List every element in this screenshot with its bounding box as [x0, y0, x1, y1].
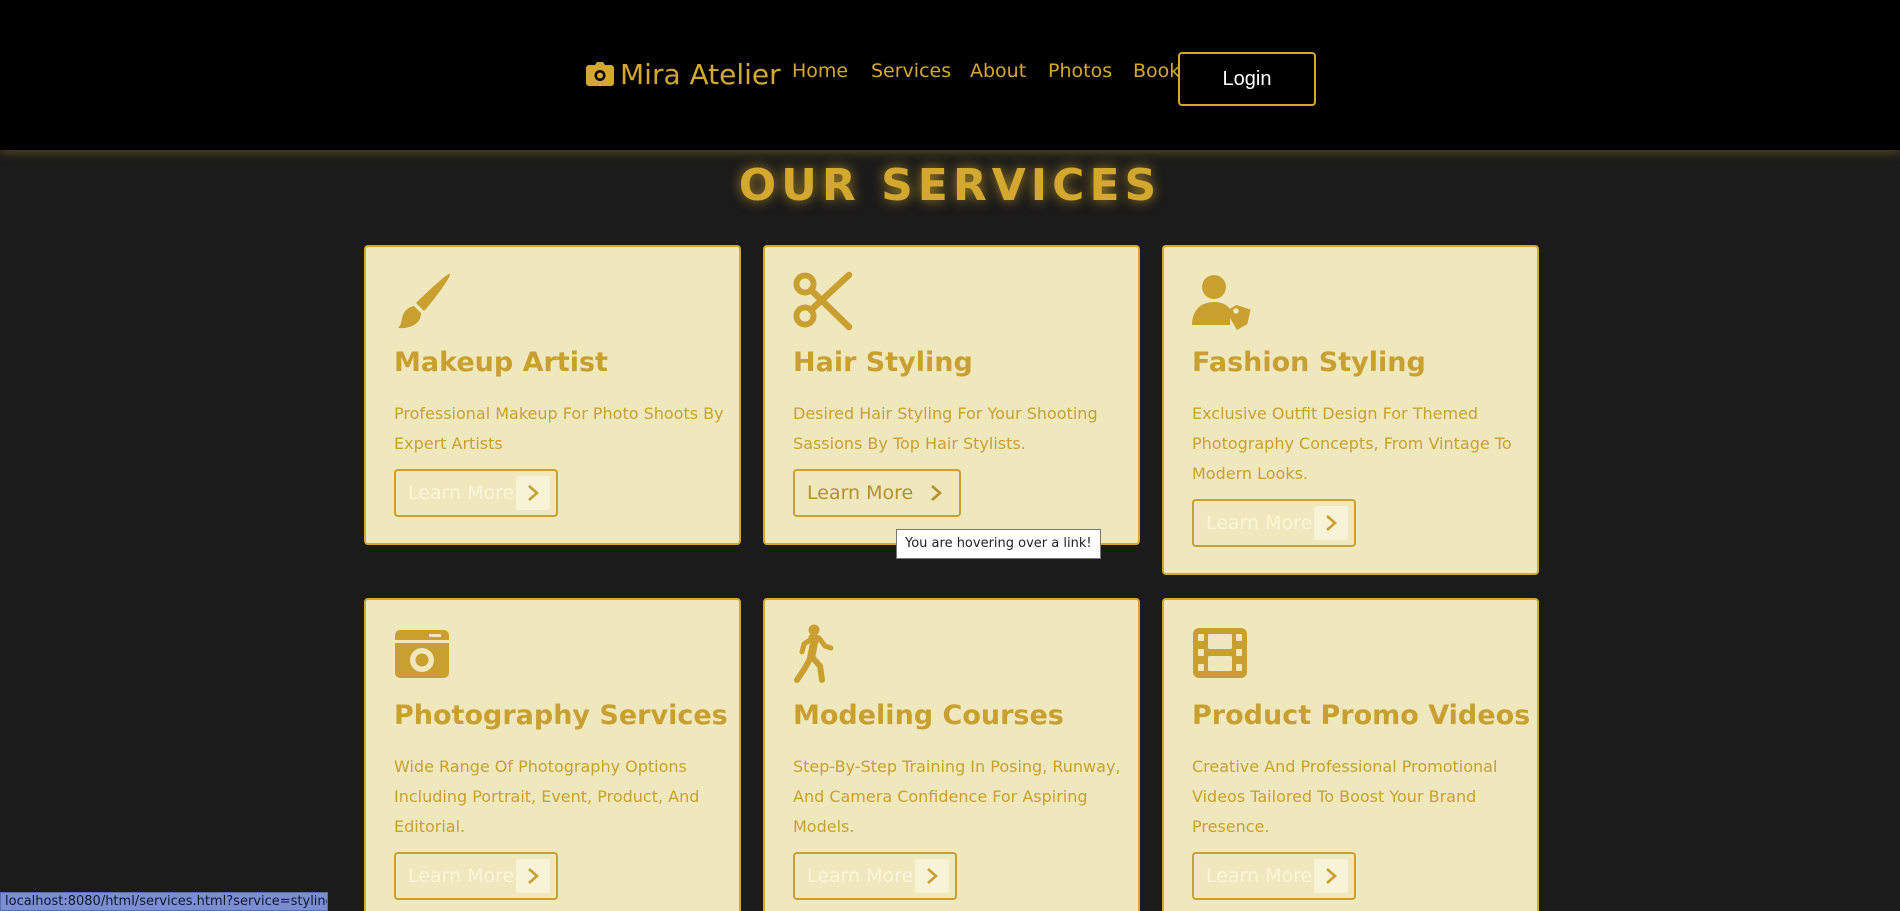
nav-link-about[interactable]: About	[970, 60, 1026, 82]
camera-icon	[586, 62, 614, 86]
learn-more-button[interactable]: Learn More	[394, 469, 558, 517]
learn-more-label: Learn More	[408, 865, 515, 887]
learn-more-button[interactable]: Learn More	[394, 852, 558, 900]
learn-more-label: Learn More	[1206, 865, 1313, 887]
service-description: Professional Makeup For Photo Shoots By …	[394, 404, 724, 453]
paintbrush-icon	[398, 273, 451, 329]
service-card-fashion: Fashion Styling Exclusive Outfit Design …	[1162, 245, 1539, 575]
service-description: Exclusive Outfit Design For Themed Photo…	[1192, 404, 1512, 483]
service-description: Desired Hair Styling For Your Shooting S…	[793, 404, 1098, 453]
chevron-right-icon	[516, 476, 550, 510]
learn-more-label: Learn More	[807, 482, 914, 504]
user-tag-icon	[1192, 275, 1251, 331]
top-nav: Mira Atelier Home Services About Photos …	[0, 0, 1900, 150]
nav-link-photos[interactable]: Photos	[1048, 60, 1112, 82]
learn-more-button[interactable]: Learn More	[1192, 852, 1356, 900]
service-title: Fashion Styling	[1192, 347, 1426, 378]
camera-retro-icon	[395, 630, 449, 678]
scissors-icon	[793, 271, 853, 331]
learn-more-button[interactable]: Learn More	[1192, 499, 1356, 547]
service-card-promo: Product Promo Videos Creative And Profes…	[1162, 598, 1539, 911]
nav-link-services[interactable]: Services	[871, 60, 951, 82]
chevron-right-icon	[516, 859, 550, 893]
nav-link-book[interactable]: Book	[1133, 60, 1180, 82]
service-title: Hair Styling	[793, 347, 973, 378]
learn-more-label: Learn More	[807, 865, 914, 887]
service-card-modeling: Modeling Courses Step-By-Step Training I…	[763, 598, 1140, 911]
service-title: Makeup Artist	[394, 347, 608, 378]
service-card-makeup: Makeup Artist Professional Makeup For Ph…	[364, 245, 741, 545]
service-title: Product Promo Videos	[1192, 700, 1531, 731]
service-title: Modeling Courses	[793, 700, 1064, 731]
page-title: OUR SERVICES	[738, 160, 1162, 211]
learn-more-button[interactable]: Learn More	[793, 469, 961, 517]
learn-more-label: Learn More	[408, 482, 515, 504]
link-hover-tooltip: You are hovering over a link!	[896, 529, 1101, 559]
service-title: Photography Services	[394, 700, 728, 731]
service-description: Creative And Professional Promotional Vi…	[1192, 757, 1498, 836]
nav-link-home[interactable]: Home	[792, 60, 848, 82]
service-description: Wide Range Of Photography Options Includ…	[394, 757, 700, 836]
person-walking-icon	[794, 624, 834, 683]
service-description: Step-By-Step Training In Posing, Runway,…	[793, 757, 1121, 836]
film-icon	[1193, 628, 1247, 678]
service-card-photography: Photography Services Wide Range Of Photo…	[364, 598, 741, 911]
chevron-right-icon	[915, 859, 949, 893]
learn-more-label: Learn More	[1206, 512, 1313, 534]
brand-logo[interactable]: Mira Atelier	[586, 54, 781, 94]
chevron-right-icon	[919, 476, 953, 510]
login-button[interactable]: Login	[1178, 52, 1316, 106]
brand-name: Mira Atelier	[620, 57, 781, 91]
chevron-right-icon	[1314, 506, 1348, 540]
chevron-right-icon	[1314, 859, 1348, 893]
learn-more-button[interactable]: Learn More	[793, 852, 957, 900]
status-bar-url: localhost:8080/html/services.html?servic…	[0, 892, 328, 911]
service-card-hair: Hair Styling Desired Hair Styling For Yo…	[763, 245, 1140, 545]
